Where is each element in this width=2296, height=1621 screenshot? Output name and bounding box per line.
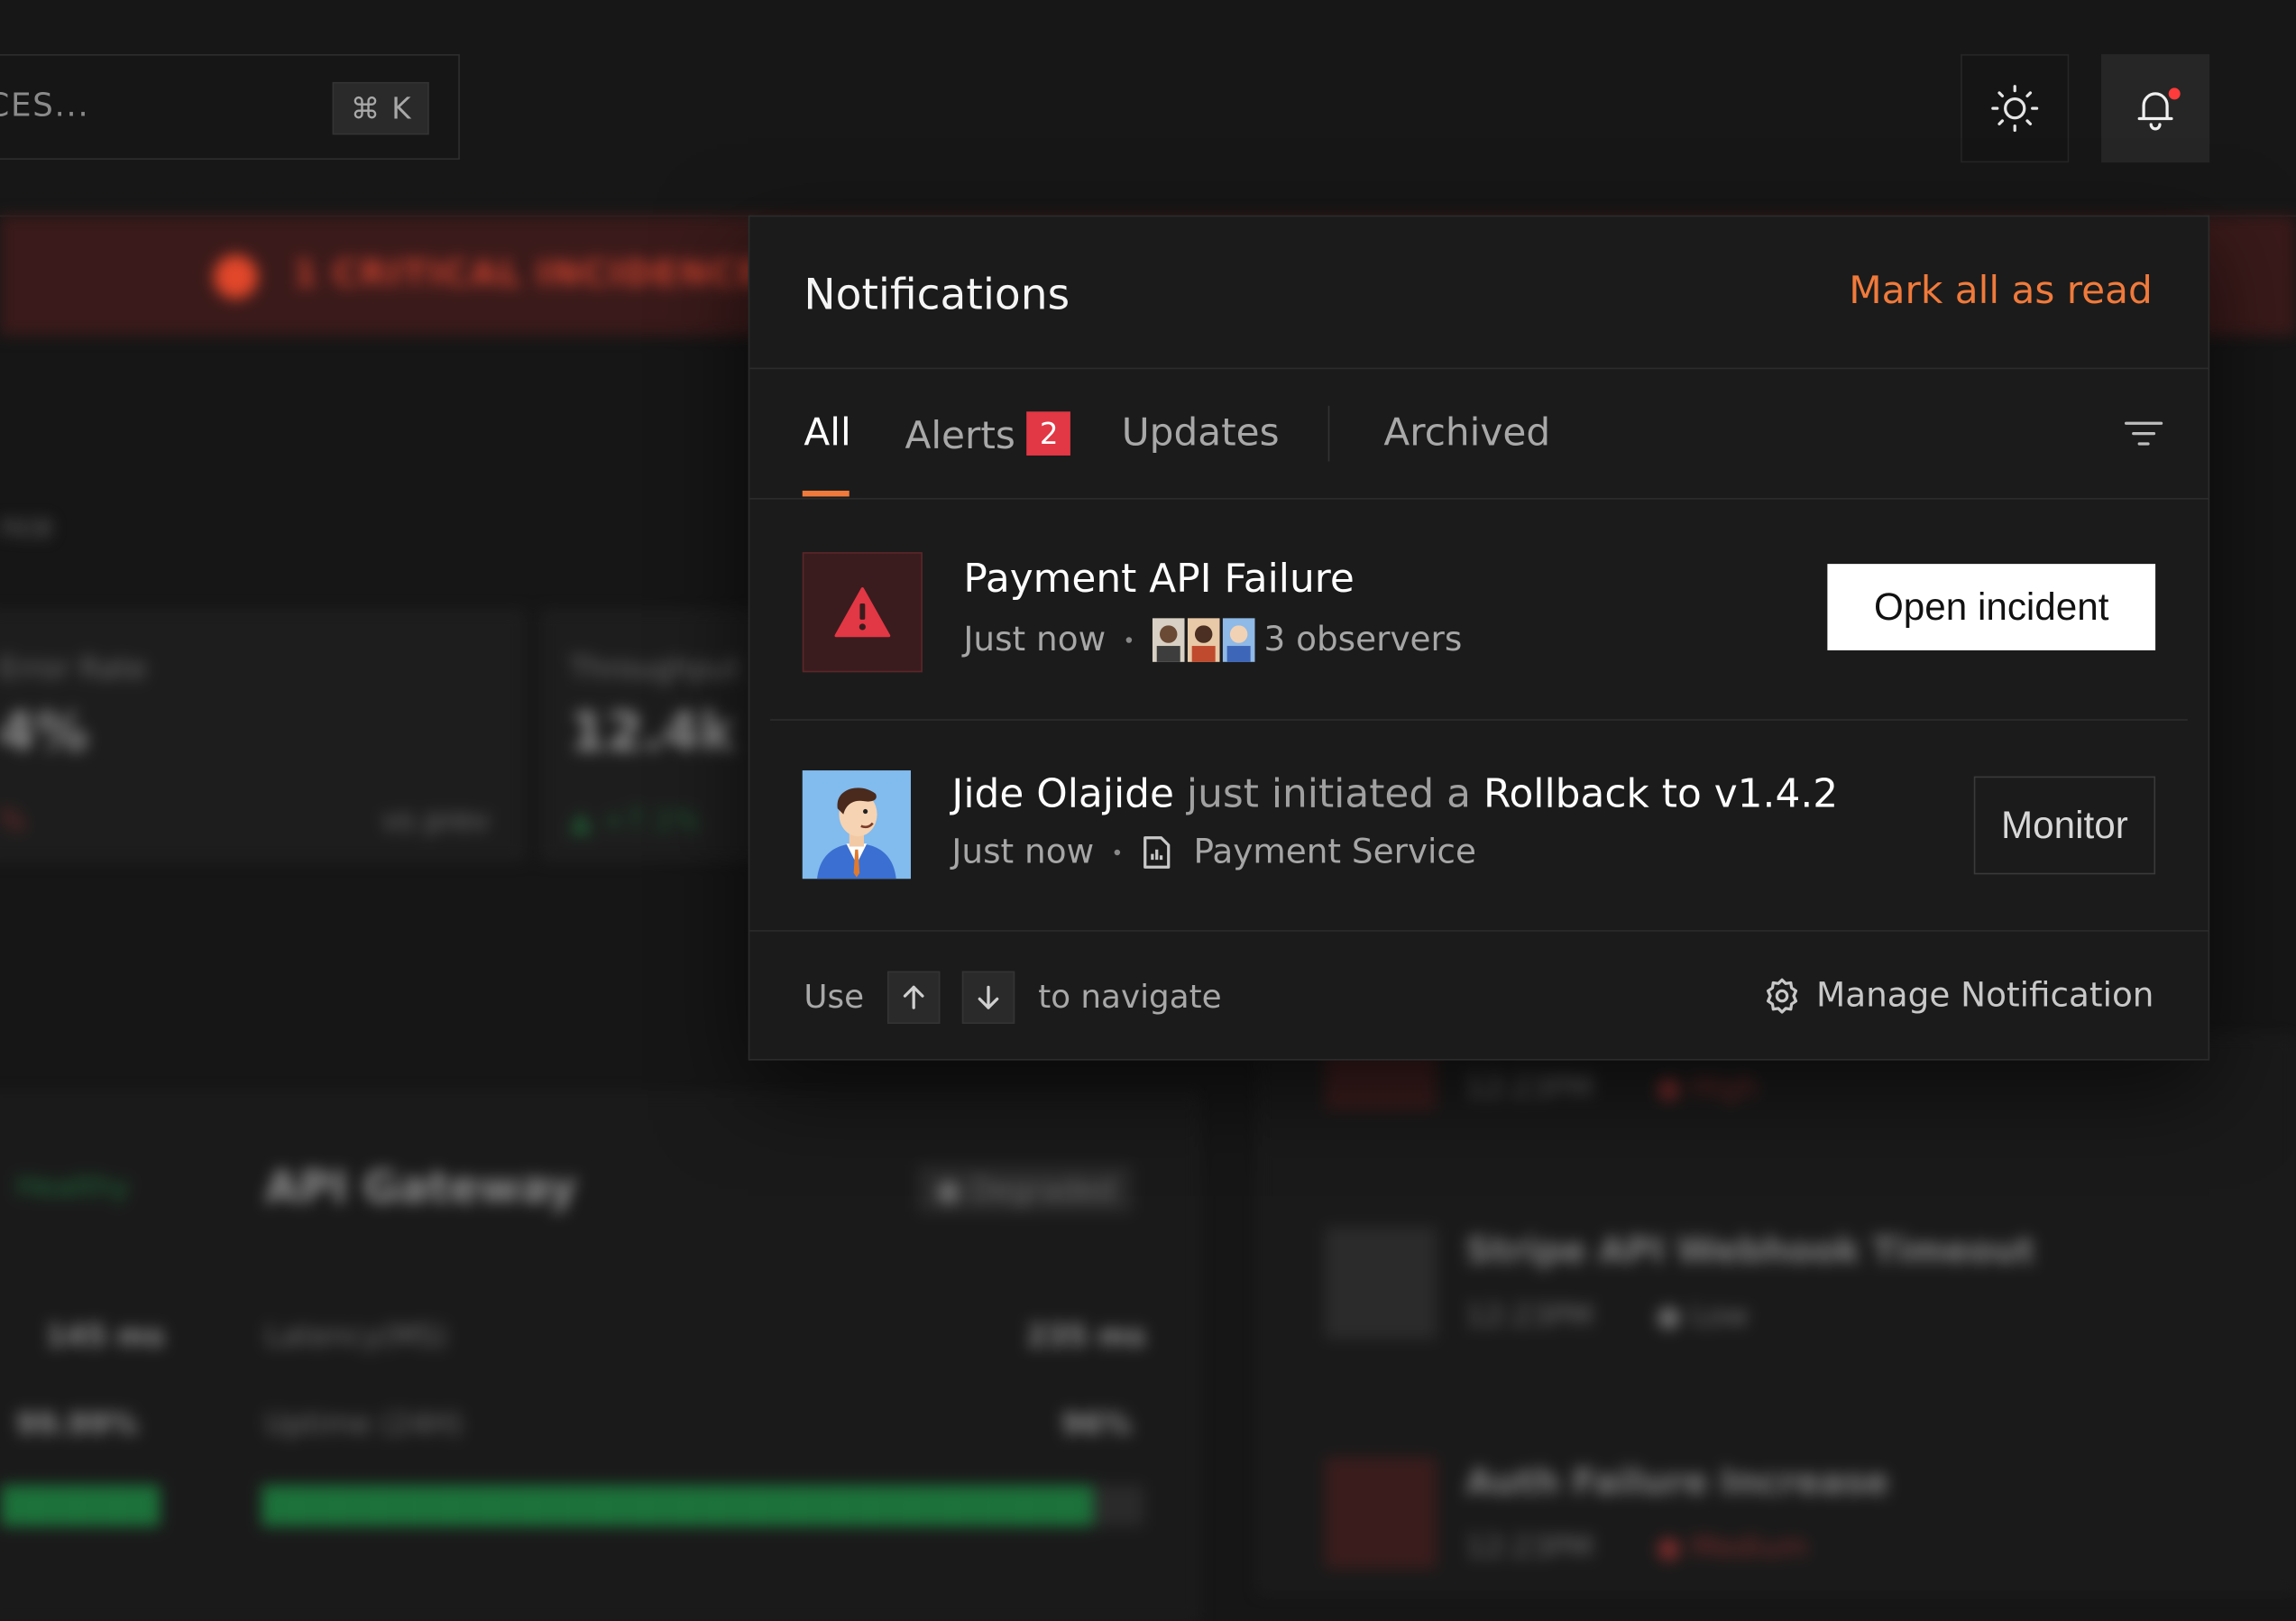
tab-archived[interactable]: Archived [1383,411,1550,456]
incident-3-title: Auth Failure Increase [1465,1461,1889,1503]
left-latency: 145 ms [45,1318,165,1354]
unread-dot [2165,85,2183,103]
incident-2-time: 12:23PM [1465,1297,1593,1333]
monitor-button[interactable]: Monitor [1973,776,2156,875]
meta-separator [1125,637,1133,643]
throughput-delta: ▲ +7.1% [569,802,701,838]
service-name: Payment Service [1193,833,1476,872]
error-rate-card: Error Rate 4% % vs prev [0,611,525,861]
filter-icon[interactable] [2123,418,2163,450]
latency-value: 235 ms [1026,1318,1146,1354]
error-rate-delta: % [0,802,27,838]
panel-header: Notifications Mark all as read [749,216,2209,370]
latency-label: Latency(MS) [264,1318,448,1354]
uptime-bar [262,1485,1094,1526]
user-avatar [802,770,911,880]
incident-1-time: 12:23PM [1465,1069,1593,1105]
tab-all[interactable]: All [804,411,850,456]
section-label: nce [0,508,53,544]
observers-count: 3 observers [1263,621,1463,659]
tab-alerts[interactable]: Alerts 2 [905,411,1071,459]
notification-title: Payment API Failure [963,557,1355,603]
uptime-value: 96% [1061,1405,1132,1441]
notifications-panel: Notifications Mark all as read All Alert… [748,215,2210,1061]
notification-meta: Just now 3 observers [963,618,1462,662]
active-tab-indicator [802,490,850,497]
search-bar[interactable]: CES... ⌘ K [0,54,460,160]
vs-prev-label: vs prev [381,802,490,838]
tab-updates[interactable]: Updates [1122,411,1280,456]
degraded-badge: ● Degraded [918,1165,1133,1213]
incident-2-severity: ● Low [1656,1297,1750,1333]
alert-icon-box [802,552,923,673]
sun-icon [1991,85,2039,133]
activity-time: Just now [951,833,1095,872]
actor-name: Jide Olajide [951,771,1174,818]
notification-time: Just now [963,621,1107,659]
shortcut-hint: ⌘ K [332,81,429,135]
mark-all-read-link[interactable]: Mark all as read [1849,270,2153,314]
command-key: ⌘ [350,90,381,126]
open-incident-button[interactable]: Open incident [1827,564,2156,650]
tab-alerts-label: Alerts [905,414,1015,459]
meta-separator [1114,849,1121,856]
theme-toggle-button[interactable] [1961,54,2070,163]
left-uptime-bar [1,1485,160,1526]
observer-avatar-icon [1223,618,1255,662]
services-section: Healthy API Gateway ● Degraded 145 ms 99… [0,1093,1199,1621]
search-placeholder: CES... [0,87,90,125]
observer-avatar-icon [1153,618,1185,662]
notification-tabs: All Alerts 2 Updates Archived [749,368,2209,500]
incident-3-time: 12:23PM [1465,1529,1593,1565]
activity-target: Rollback to v1.4.2 [1483,771,1839,818]
shortcut-letter: K [391,90,411,126]
panel-title: Notifications [804,269,1070,319]
panel-footer: Use to navigate Manage Notification [749,930,2209,1061]
incident-2-icon [1325,1227,1437,1340]
arrow-down-icon [978,985,999,1009]
navigate-hint-prefix: Use [804,980,865,1017]
error-rate-label: Error Rate [0,649,147,686]
notification-item-update[interactable]: Jide Olajide just initiated a Rollback t… [770,722,2188,930]
arrow-up-key [886,971,941,1024]
arrow-up-icon [903,985,924,1009]
observer-avatar-icon [1188,618,1220,662]
user-avatar-illustration [802,770,911,880]
left-uptime: 99.99% [15,1405,139,1441]
navigate-hint-suffix: to navigate [1038,980,1222,1017]
throughput-card: Throughput 12.4k ▲ +7.1% [541,611,776,861]
notification-item-alert[interactable]: Payment API Failure Just now 3 observers… [770,498,2188,721]
report-icon [1143,836,1171,869]
activity-verb: just initiated a [1173,771,1483,818]
top-bar: CES... ⌘ K [0,0,2296,217]
uptime-label: Uptime (24H) [264,1405,464,1441]
incident-3-icon [1325,1457,1437,1569]
throughput-label: Throughput [569,649,740,686]
healthy-status: Healthy [15,1168,130,1204]
gear-icon [1767,978,1798,1014]
alerts-count-badge: 2 [1026,411,1071,456]
error-rate-value: 4% [0,703,88,763]
incident-1-severity: ● High [1656,1069,1759,1105]
throughput-value: 12.4k [569,703,735,763]
manage-notification-label: Manage Notification [1815,977,2154,1016]
arrow-down-key [961,971,1015,1024]
alert-dot-icon [214,254,258,299]
activity-title: Jide Olajide just initiated a Rollback t… [951,772,1838,817]
warning-icon [834,587,891,638]
tab-divider [1327,405,1330,462]
notifications-button[interactable] [2101,54,2210,163]
incident-3-severity: ● Medium [1656,1529,1808,1565]
observer-avatars [1153,618,1258,662]
api-gateway-title: API Gateway [264,1163,577,1215]
manage-notification-link[interactable]: Manage Notification [1764,977,2154,1015]
incidents-section: 12:23PM ● High Stripe API Webhook Timeou… [1259,1035,2296,1592]
incident-2-title: Stripe API Webhook Timeout [1465,1230,2035,1272]
uptime-bar-remaining [1093,1485,1144,1526]
activity-meta: Just now Payment Service [951,834,1476,871]
